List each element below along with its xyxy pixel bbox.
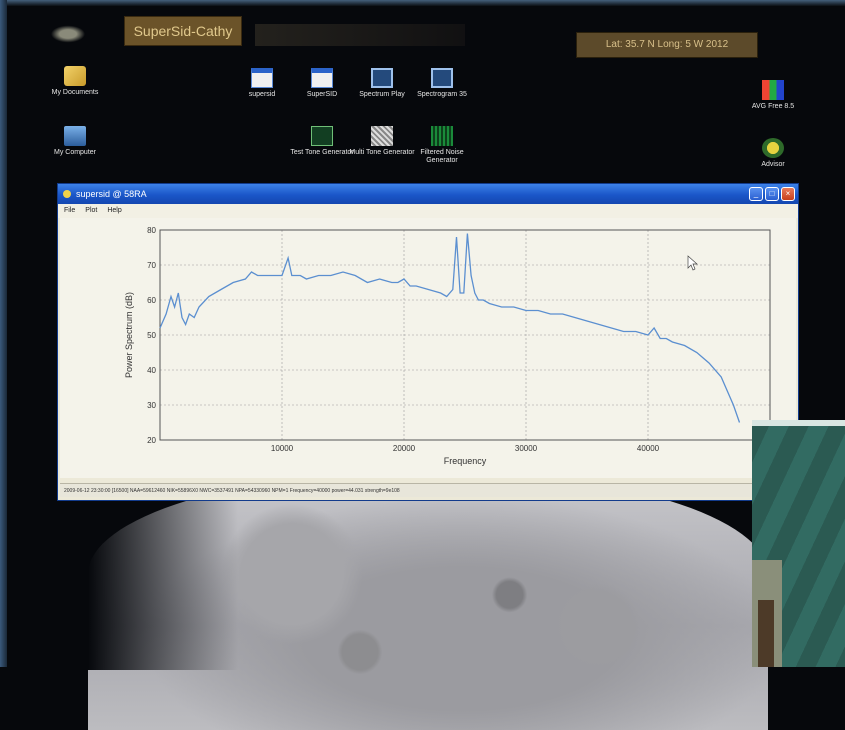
room-post-dark [758,600,774,667]
desktop-icon-avg[interactable]: AVG Free 8.5 [738,80,808,111]
desktop-icon-label: Spectrum Play [359,91,405,98]
minimize-button[interactable]: _ [749,187,763,201]
multi-tone-icon [371,126,393,146]
desktop-icon-label: My Computer [53,149,96,156]
y-tick-label: 20 [147,436,156,445]
window-title: supersid @ 58RA [76,189,147,199]
spectrum-icon [371,68,393,88]
x-axis-label: Frequency [444,456,487,466]
tone-generator-icon [311,126,333,146]
monitor-bezel-top [0,0,845,6]
window-controls: _ □ × [749,187,795,201]
desktop-icon-my-computer[interactable]: My Computer [40,126,110,157]
logo-mark-icon [48,24,88,44]
window-titlebar[interactable]: supersid @ 58RA _ □ × [58,184,798,204]
desktop-icon-label: Multi Tone Generator [349,149,415,156]
desktop-icon-label: Filtered Noise Generator [420,149,464,164]
desktop-icon-label: Advisor [761,161,785,168]
coordinates-tag: Lat: 35.7 N Long: 5 W 2012 [576,32,758,58]
mouse-cursor-icon [687,255,698,271]
y-tick-label: 40 [147,366,156,375]
antivirus-icon [762,80,784,100]
y-tick-label: 30 [147,401,156,410]
app-window-icon [251,68,273,88]
desktop-icon-label: supersid [248,91,276,98]
y-axis-label: Power Spectrum (dB) [124,292,134,378]
close-button[interactable]: × [781,187,795,201]
y-axis-ticks: 20 30 40 50 60 70 80 [147,226,156,445]
chart-grid [160,229,771,441]
computer-icon [64,126,86,146]
x-tick-label: 10000 [271,444,294,453]
maximize-button[interactable]: □ [765,187,779,201]
menu-help[interactable]: Help [107,204,121,218]
app-icon [63,190,71,198]
menu-file[interactable]: File [64,204,75,218]
y-tick-label: 80 [147,226,156,235]
power-spectrum-chart[interactable]: 20304050607080 1000020000300004000050000… [60,218,796,478]
desktop-icon-my-documents[interactable]: My Documents [40,66,110,97]
desktop-icon-label: AVG Free 8.5 [751,103,795,110]
x-tick-label: 40000 [637,444,660,453]
desktop-icon-filtered-noise[interactable]: Filtered Noise Generator [407,126,477,165]
x-tick-label: 30000 [515,444,538,453]
desktop-icon-advisor[interactable]: Advisor [738,138,808,169]
desktop-icon-label: Spectrogram 35 [417,91,467,98]
y-tick-label: 60 [147,296,156,305]
x-tick-label: 20000 [393,444,416,453]
power-spectrum-line [159,233,741,423]
y-tick-label: 70 [147,261,156,270]
desktop-title-tag: SuperSid-Cathy [124,16,242,46]
room-ledge [752,420,845,426]
y-tick-label: 50 [147,331,156,340]
desktop-icon-label: Test Tone Generator [290,149,354,156]
advisor-icon [762,138,784,158]
x-axis-ticks: 1000020000300004000050000 [271,444,782,453]
spectrogram-icon [431,68,453,88]
logo [40,18,98,48]
app-window-icon [311,68,333,88]
menu-plot[interactable]: Plot [85,204,97,218]
blurred-header-text [255,24,465,46]
noise-generator-icon [431,126,453,146]
supersid-window[interactable]: supersid @ 58RA _ □ × File Plot Help 20 3… [57,183,799,501]
plot-area[interactable]: 20304050607080 1000020000300004000050000… [60,218,796,478]
desktop-icon-label: My Documents [51,89,99,96]
desktop-icon-spectrogram[interactable]: Spectrogram 35 [407,68,477,99]
status-bar: 2009-06-12 23:30:00 [16500] NAA=59612460… [60,483,796,497]
folder-documents-icon [64,66,86,86]
menu-bar: File Plot Help [58,204,798,218]
monitor-bezel-left [0,0,7,667]
desktop-icon-label: SuperSID [306,91,338,98]
